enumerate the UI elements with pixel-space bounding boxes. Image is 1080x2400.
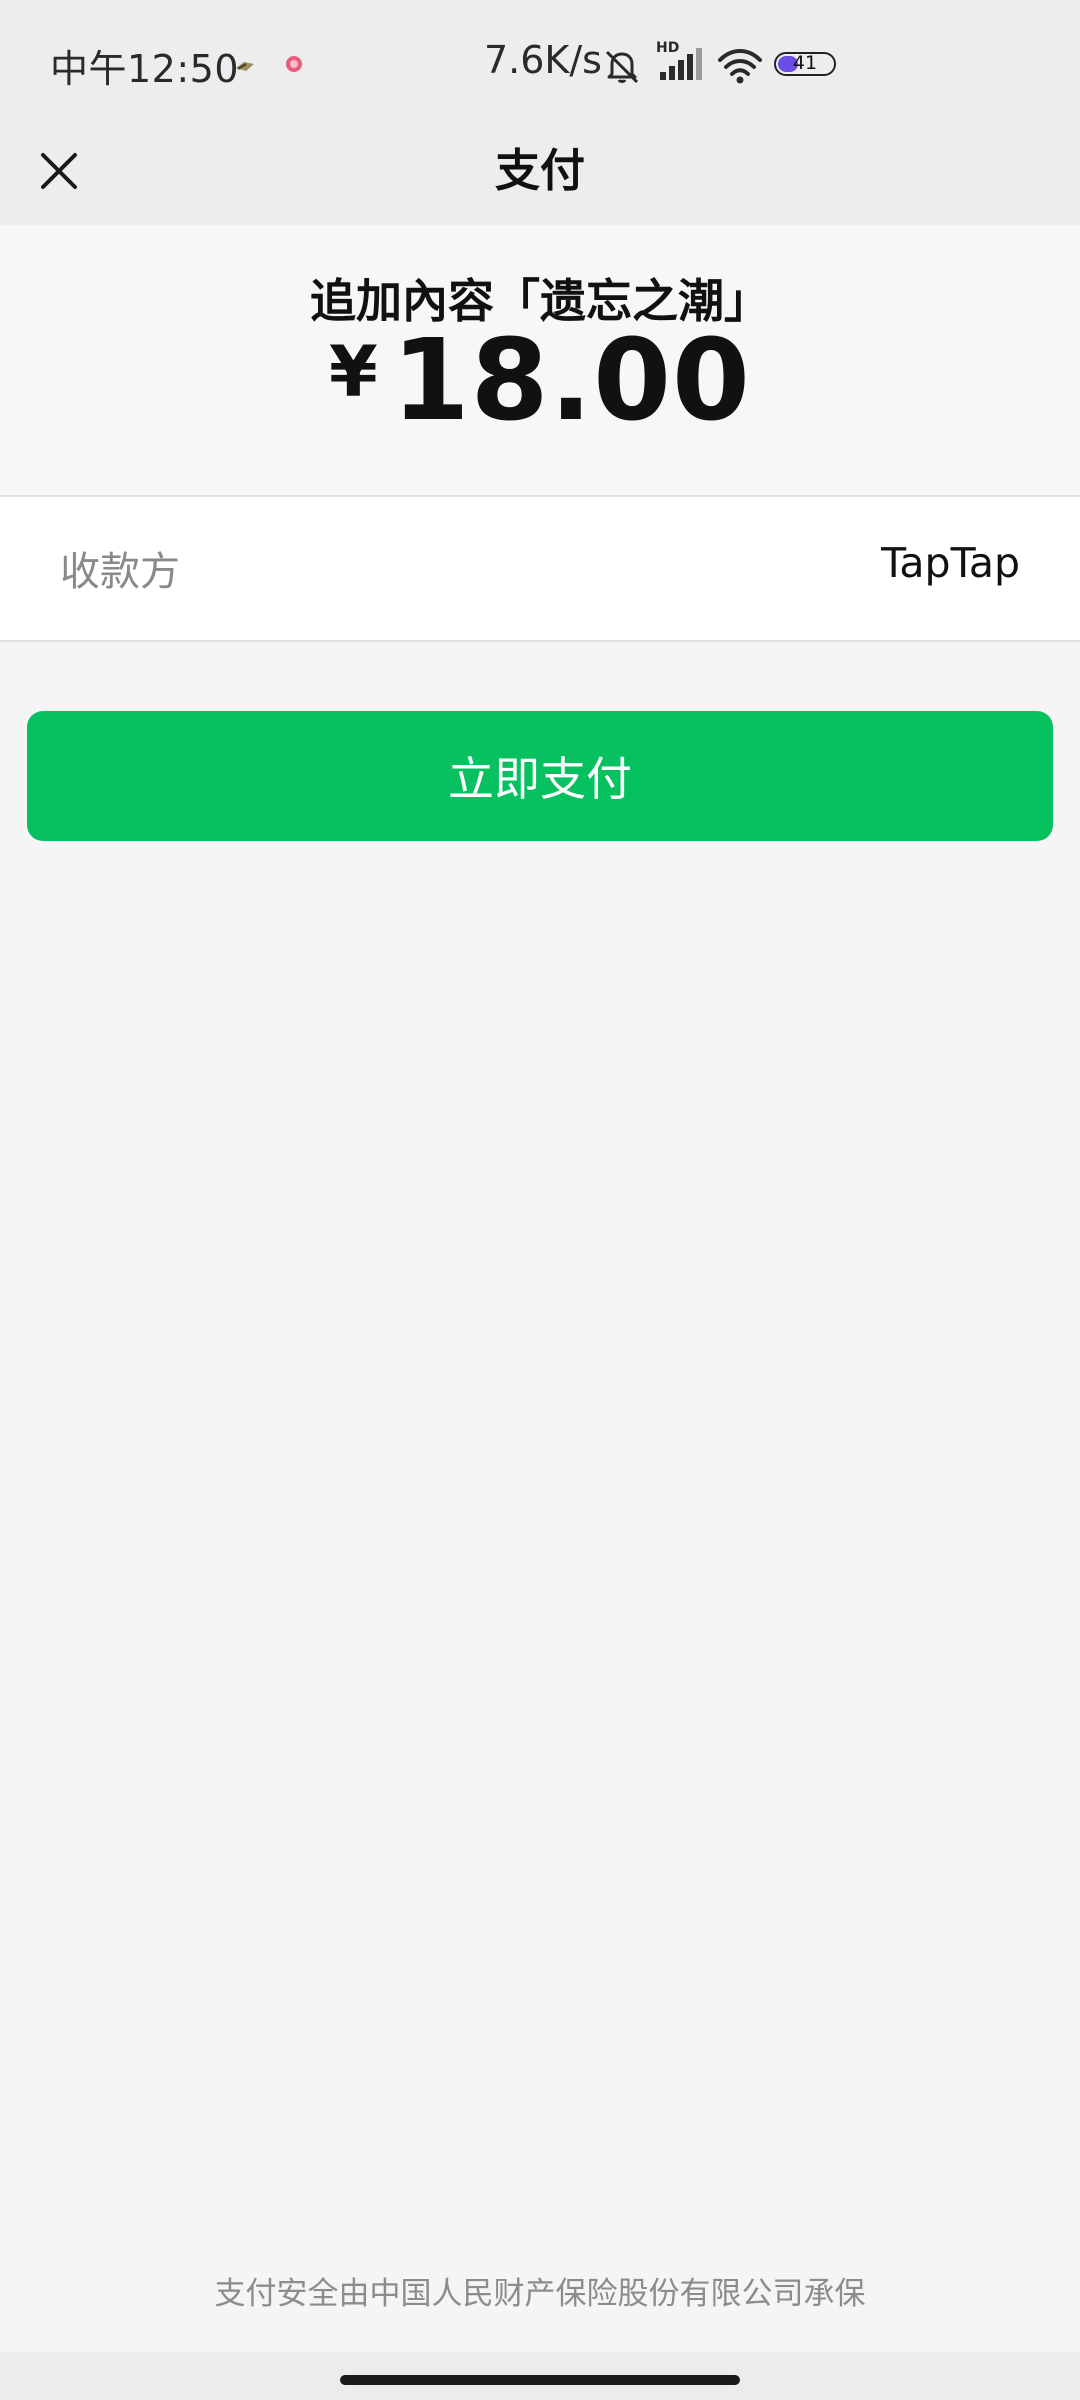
payment-amount: ¥18.00	[0, 325, 1080, 437]
insurance-note: 支付安全由中国人民财产保险股份有限公司承保	[214, 2276, 866, 2312]
currency-symbol: ¥	[329, 331, 378, 413]
pay-now-button[interactable]: 立即支付	[27, 711, 1053, 841]
network-speed: 7.6K/s	[484, 38, 602, 82]
page-title: 支付	[494, 144, 585, 197]
status-time: 中午12:50	[50, 47, 240, 91]
home-indicator[interactable]	[340, 2375, 740, 2385]
battery-icon: 41	[774, 52, 836, 76]
amount-value: 18.00	[391, 316, 751, 446]
app-notification-icon-2	[286, 56, 302, 72]
payee-value: TapTap	[881, 539, 1020, 587]
wifi-icon	[718, 49, 762, 84]
battery-level: 41	[792, 52, 818, 74]
order-summary: 追加內容「遗忘之潮」 ¥18.00	[0, 225, 1080, 495]
nav-bar: 支付	[0, 120, 1080, 225]
system-nav-bar	[0, 2352, 1080, 2400]
hd-signal-icon: HD	[656, 40, 706, 84]
app-notification-icon	[236, 62, 254, 71]
payee-row: 收款方 TapTap	[0, 497, 1080, 640]
divider	[0, 640, 1080, 642]
status-bar: 中午12:50 7.6K/s HD 41	[0, 0, 1080, 120]
mute-icon	[605, 50, 639, 84]
payee-label: 收款方	[60, 549, 180, 595]
